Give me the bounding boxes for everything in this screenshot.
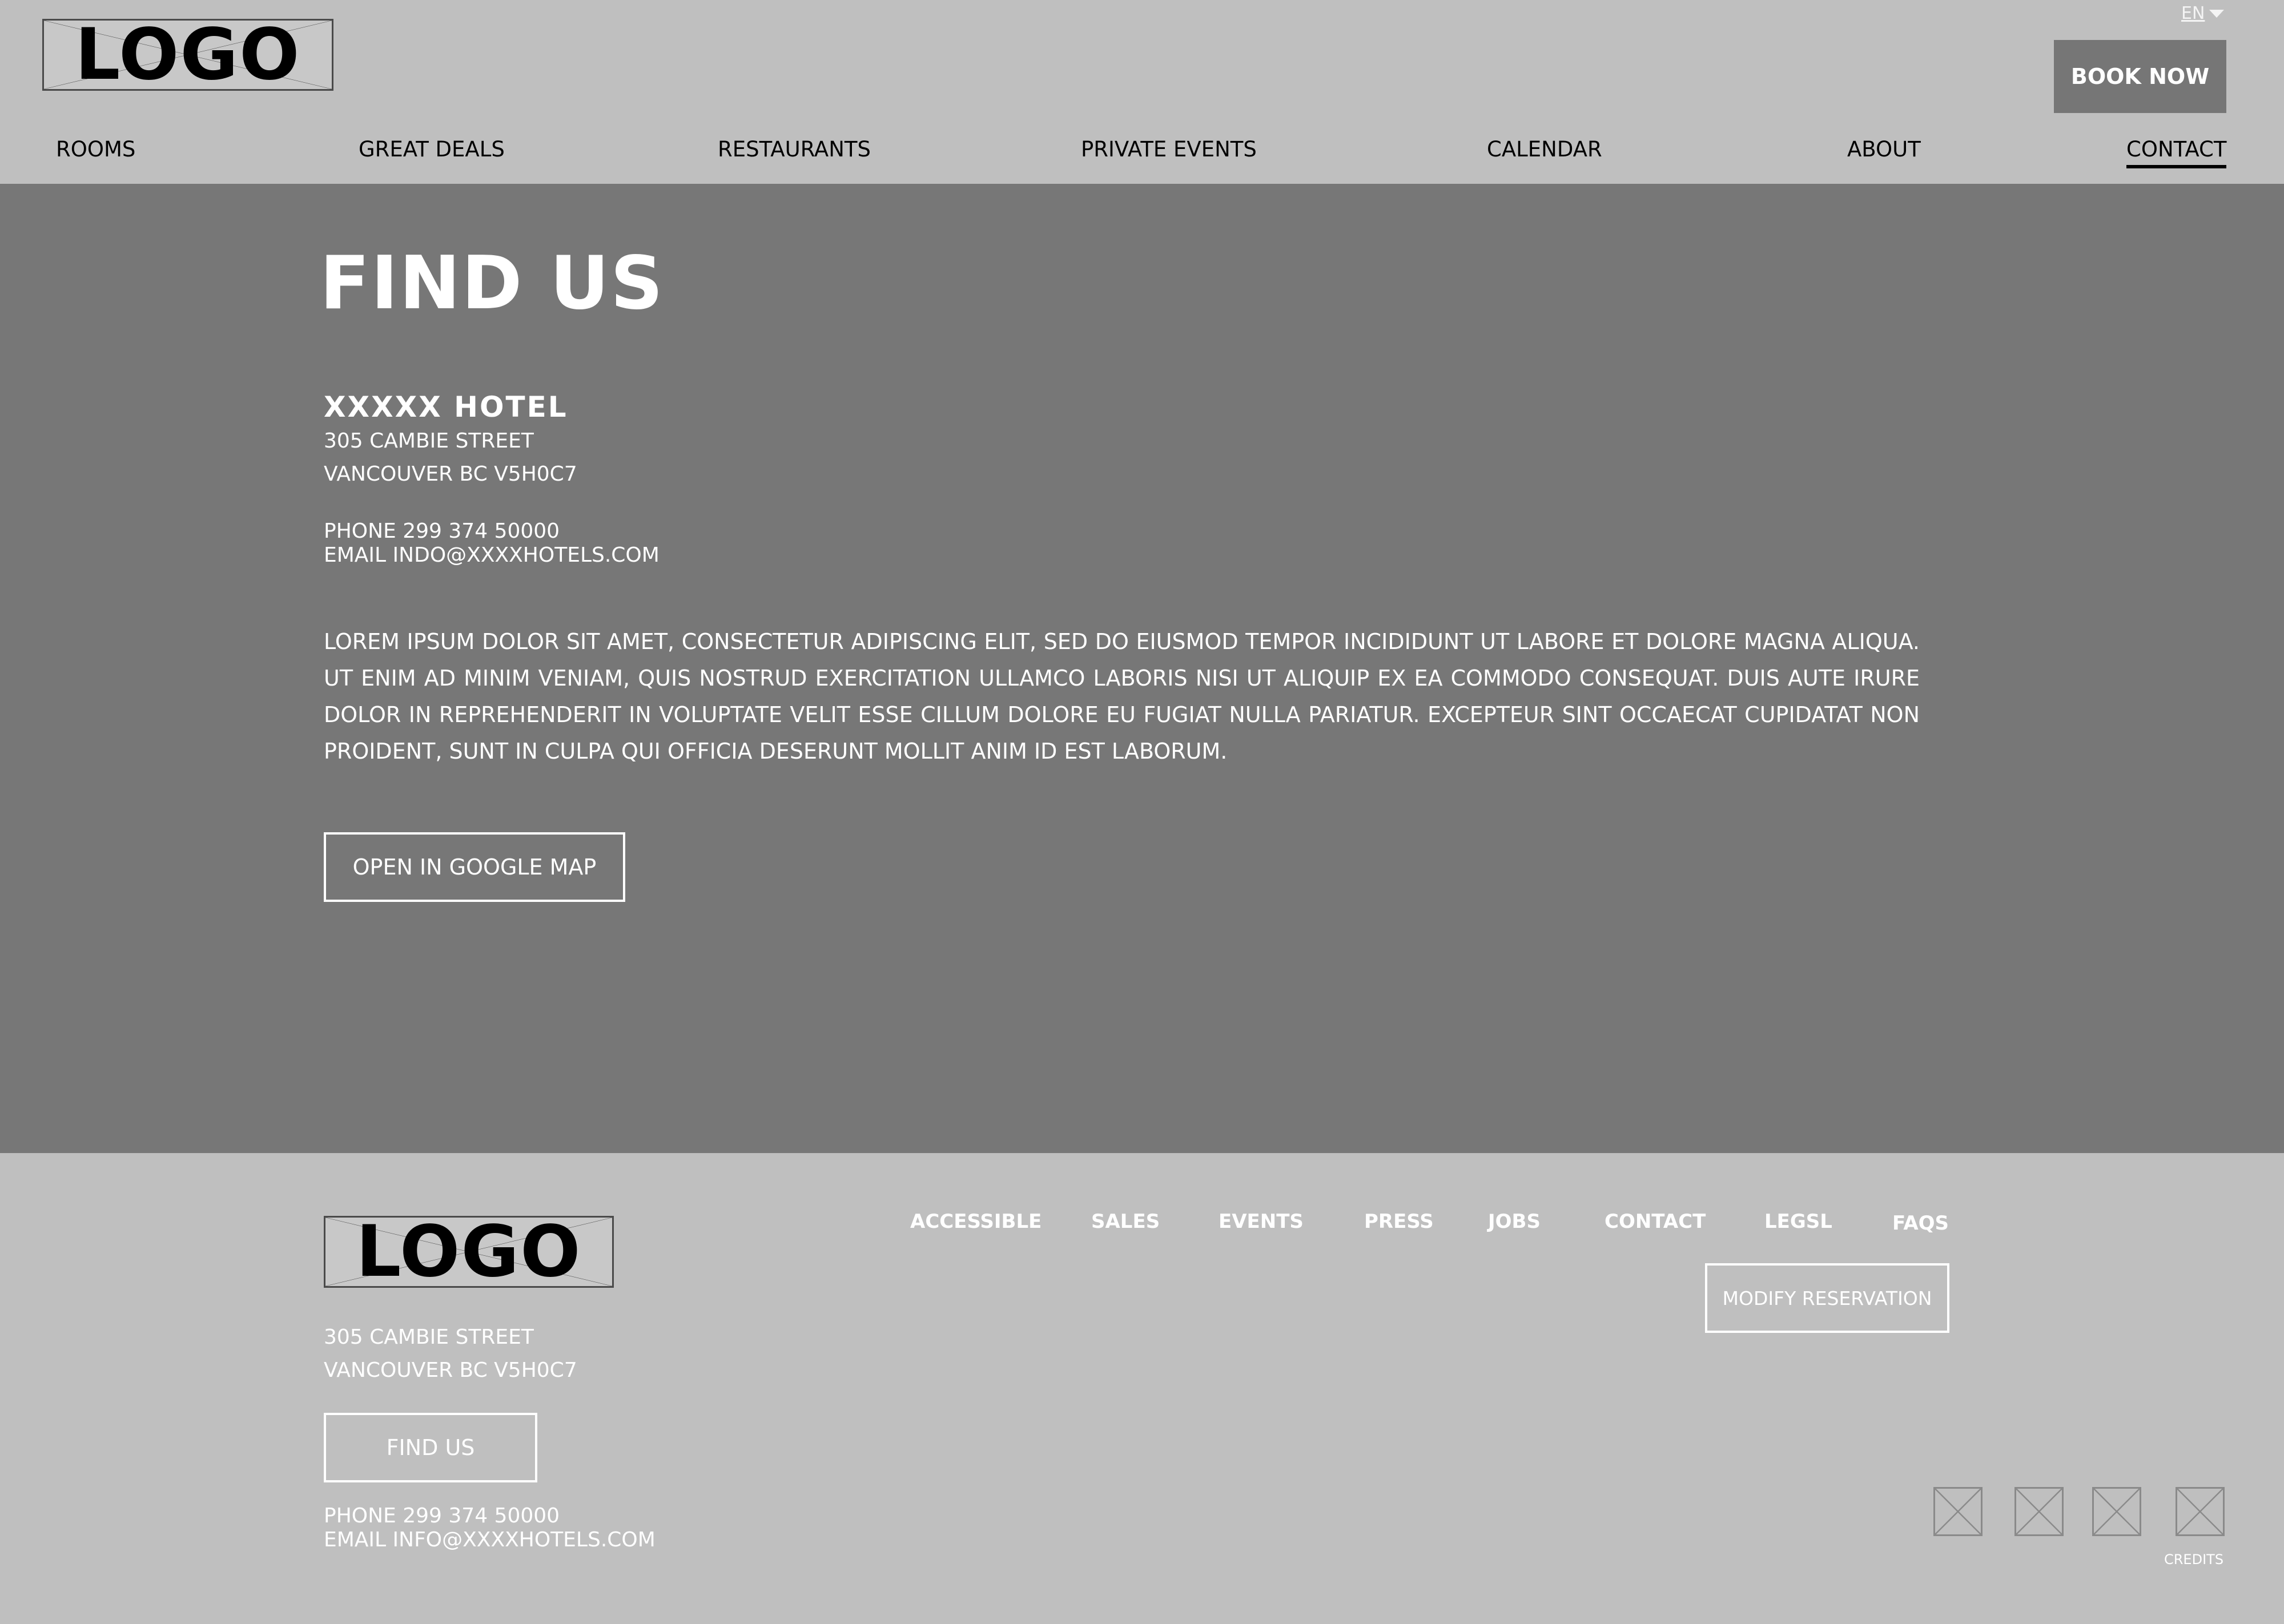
footer-address-street: 305 CAMBIE STREET: [324, 1325, 534, 1349]
hotel-name: XXXXX HOTEL: [324, 390, 568, 424]
footer-link-faqs[interactable]: FAQS: [1892, 1212, 1949, 1235]
footer-link-accessible[interactable]: ACCESSIBLE: [910, 1210, 1042, 1233]
social-placeholder-icon[interactable]: [2014, 1487, 2064, 1536]
nav-item-calendar[interactable]: CALENDAR: [1487, 137, 1602, 162]
footer-phone: PHONE 299 374 50000: [324, 1504, 560, 1528]
language-label: EN: [2181, 3, 2205, 23]
social-placeholder-icon[interactable]: [1933, 1487, 1983, 1536]
language-selector[interactable]: EN: [2181, 3, 2225, 23]
footer-link-contact[interactable]: CONTACT: [1605, 1210, 1706, 1233]
footer-address-city: VANCOUVER BC V5H0C7: [324, 1359, 577, 1382]
address-city: VANCOUVER BC V5H0C7: [324, 462, 577, 486]
chevron-down-icon: [2209, 9, 2225, 18]
footer-email: EMAIL INFO@XXXXHOTELS.COM: [324, 1528, 656, 1552]
footer-link-jobs[interactable]: JOBS: [1488, 1210, 1541, 1233]
nav-item-about[interactable]: ABOUT: [1847, 137, 1921, 162]
phone-text: PHONE 299 374 50000: [324, 519, 560, 543]
email-text: EMAIL INDO@XXXXHOTELS.COM: [324, 543, 660, 567]
footer-link-press[interactable]: PRESS: [1364, 1210, 1434, 1233]
nav-item-great-deals[interactable]: GREAT DEALS: [359, 137, 505, 162]
modify-reservation-button[interactable]: MODIFY RESERVATION: [1705, 1263, 1949, 1333]
open-google-map-button[interactable]: OPEN IN GOOGLE MAP: [324, 832, 625, 902]
footer-link-events[interactable]: EVENTS: [1219, 1210, 1304, 1233]
social-placeholder-icon[interactable]: [2176, 1487, 2225, 1536]
header-logo[interactable]: LOGO: [42, 19, 333, 91]
logo-text: LOGO: [356, 1216, 582, 1288]
description-text: LOREM IPSUM DOLOR SIT AMET, CONSECTETUR …: [324, 629, 1920, 764]
site-header: LOGO EN BOOK NOW ROOMS GREAT DEALS RESTA…: [0, 0, 2284, 184]
footer-link-sales[interactable]: SALES: [1091, 1210, 1160, 1233]
nav-item-restaurants[interactable]: RESTAURANTS: [718, 137, 871, 162]
nav-item-contact[interactable]: CONTACT: [2126, 137, 2227, 168]
address-street: 305 CAMBIE STREET: [324, 429, 534, 453]
logo-text: LOGO: [75, 19, 301, 91]
book-now-button[interactable]: BOOK NOW: [2054, 40, 2226, 113]
site-footer: LOGO 305 CAMBIE STREET VANCOUVER BC V5H0…: [0, 1153, 2284, 1624]
nav-item-private-events[interactable]: PRIVATE EVENTS: [1081, 137, 1257, 162]
page-title: FIND US: [320, 241, 665, 326]
footer-link-legsl[interactable]: LEGSL: [1764, 1210, 1832, 1233]
footer-logo[interactable]: LOGO: [324, 1216, 614, 1288]
credits-link[interactable]: CREDITS: [2164, 1552, 2223, 1567]
find-us-button[interactable]: FIND US: [324, 1413, 537, 1482]
nav-item-rooms[interactable]: ROOMS: [56, 137, 135, 162]
social-placeholder-icon[interactable]: [2092, 1487, 2141, 1536]
find-us-section: FIND US XXXXX HOTEL 305 CAMBIE STREET VA…: [0, 184, 2284, 1153]
